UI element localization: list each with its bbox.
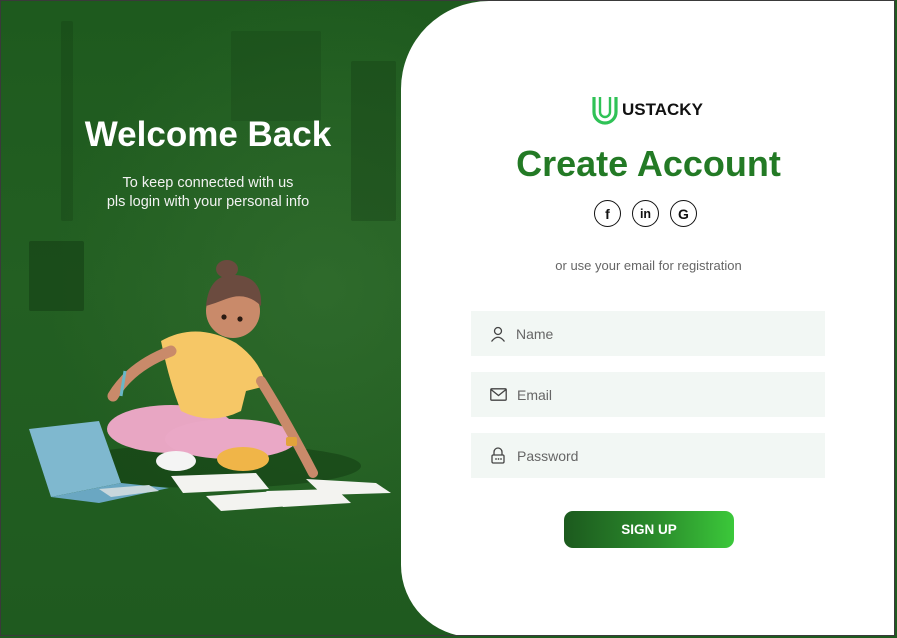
- u-logo-icon: [592, 97, 618, 125]
- page-title: Create Account: [516, 143, 781, 184]
- welcome-title: Welcome Back: [84, 115, 332, 154]
- student-illustration: [29, 260, 391, 511]
- social-login-group: f in G: [594, 200, 697, 227]
- brand-name: USTACKY: [622, 100, 703, 119]
- signup-button[interactable]: SIGN UP: [564, 511, 734, 548]
- registration-hint: or use your email for registration: [555, 258, 742, 273]
- email-input[interactable]: [515, 373, 819, 416]
- welcome-subtitle: To keep connected with us pls login with…: [1, 174, 415, 212]
- email-field[interactable]: [471, 372, 825, 417]
- brand-logo[interactable]: USTACKY: [591, 94, 703, 126]
- facebook-icon[interactable]: f: [594, 200, 621, 227]
- lock-icon: [491, 447, 505, 464]
- app-window: Welcome Back To keep connected with us p…: [0, 0, 895, 636]
- name-input[interactable]: [514, 312, 818, 355]
- linkedin-icon[interactable]: in: [632, 200, 659, 227]
- password-input[interactable]: [515, 434, 819, 477]
- google-icon[interactable]: G: [670, 200, 697, 227]
- welcome-subtitle-line: To keep connected with us: [122, 175, 294, 191]
- mail-icon: [490, 388, 507, 401]
- background-shelf: [231, 31, 321, 121]
- password-field[interactable]: [471, 433, 825, 478]
- signup-panel: USTACKY Create Account f in G or use you…: [401, 1, 894, 635]
- name-field[interactable]: [471, 311, 825, 356]
- user-icon: [490, 326, 506, 342]
- welcome-panel: Welcome Back To keep connected with us p…: [1, 1, 461, 635]
- welcome-subtitle-line: pls login with your personal info: [106, 194, 310, 210]
